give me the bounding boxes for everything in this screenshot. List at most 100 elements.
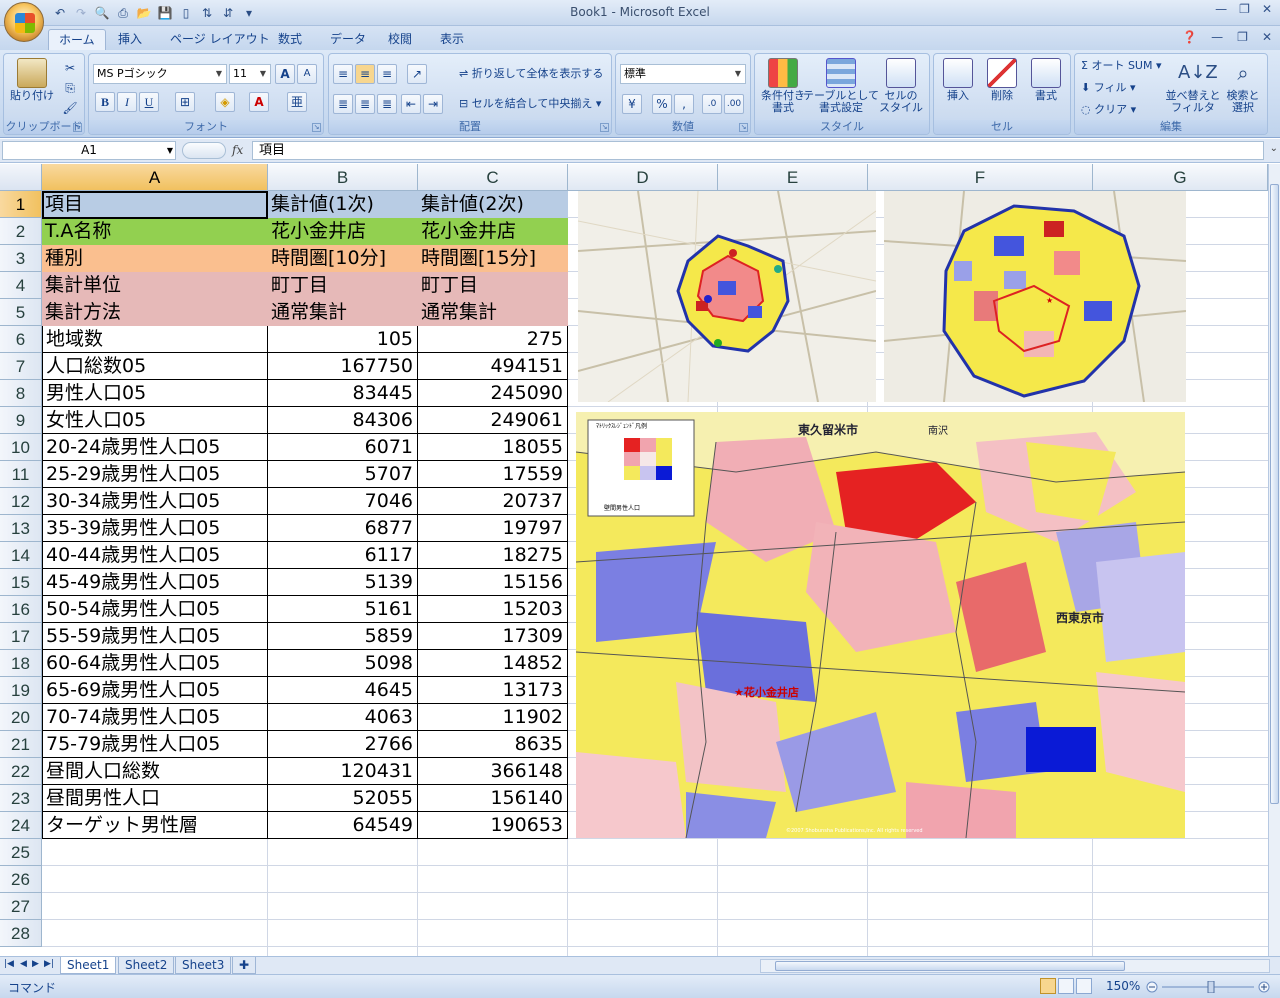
cell-c4[interactable]: 町丁目 — [418, 272, 568, 299]
horizontal-scroll-thumb[interactable] — [775, 961, 1125, 971]
comma-icon[interactable]: , — [674, 94, 694, 114]
number-format-combo[interactable]: 標準 ▼ — [620, 64, 746, 84]
horizontal-scrollbar[interactable] — [760, 959, 1270, 973]
cell-c10[interactable]: 18055 — [418, 434, 568, 461]
formula-input[interactable]: 項目 — [252, 141, 1264, 160]
conditional-format-button[interactable]: 条件付き 書式 — [759, 58, 807, 114]
normal-view-icon[interactable] — [1040, 978, 1056, 994]
format-painter-icon[interactable]: 🖌 — [60, 98, 80, 118]
cell-c14[interactable]: 18275 — [418, 542, 568, 569]
doc-minimize-icon[interactable]: — — [1211, 30, 1223, 44]
page-break-view-icon[interactable] — [1076, 978, 1092, 994]
autosum-button[interactable]: Σ オート SUM ▾ — [1081, 56, 1162, 76]
align-center-icon[interactable]: ≣ — [355, 94, 375, 114]
cell-a13[interactable]: 35-39歳男性人口05 — [42, 515, 268, 542]
sheet-tab-2[interactable]: Sheet2 — [118, 957, 175, 974]
cell-c23[interactable]: 156140 — [418, 785, 568, 812]
cell-b5[interactable]: 通常集計 — [268, 299, 418, 326]
clear-button[interactable]: ◌ クリア ▾ — [1081, 100, 1136, 120]
row-header-28[interactable]: 28 — [0, 920, 42, 947]
cell-a7[interactable]: 人口総数05 — [42, 353, 268, 380]
cell-a23[interactable]: 昼間男性人口 — [42, 785, 268, 812]
cell-c21[interactable]: 8635 — [418, 731, 568, 758]
cell-b3[interactable]: 時間圏[10分] — [268, 245, 418, 272]
insert-sheet-icon[interactable]: ✚ — [232, 957, 257, 974]
row-header-6[interactable]: 6 — [0, 326, 42, 353]
cell-b21[interactable]: 2766 — [268, 731, 418, 758]
cell-c24[interactable]: 190653 — [418, 812, 568, 839]
cell-styles-button[interactable]: セルの スタイル — [875, 58, 927, 114]
map-image-2[interactable]: ★ — [884, 191, 1186, 402]
column-header-g[interactable]: G — [1093, 164, 1268, 191]
increase-indent-icon[interactable]: ⇥ — [423, 94, 443, 114]
row-header-16[interactable]: 16 — [0, 596, 42, 623]
zoom-level[interactable]: 150% — [1106, 979, 1140, 993]
row-header-15[interactable]: 15 — [0, 569, 42, 596]
cell-a24[interactable]: ターゲット男性層 — [42, 812, 268, 839]
row-header-26[interactable]: 26 — [0, 866, 42, 893]
row-header-4[interactable]: 4 — [0, 272, 42, 299]
insert-cells-button[interactable]: 挿入 — [938, 58, 978, 102]
bold-icon[interactable]: B — [95, 92, 115, 112]
alignment-launcher-icon[interactable]: ↘ — [600, 123, 609, 132]
cell-a12[interactable]: 30-34歳男性人口05 — [42, 488, 268, 515]
spreadsheet-grid[interactable]: ABCDEFG 1 2 3 4 5 6 7 8 9 10 11 12 13 14 15 16 17 18 19 20 2… — [0, 164, 1268, 956]
font-launcher-icon[interactable]: ↘ — [312, 123, 321, 132]
cell-a20[interactable]: 70-74歳男性人口05 — [42, 704, 268, 731]
align-top-icon[interactable]: ≡ — [333, 64, 353, 84]
cell-b13[interactable]: 6877 — [268, 515, 418, 542]
tab-view[interactable]: 表示 — [430, 29, 474, 50]
row-header-1[interactable]: 1 — [0, 191, 42, 218]
number-launcher-icon[interactable]: ↘ — [739, 123, 748, 132]
cell-a14[interactable]: 40-44歳男性人口05 — [42, 542, 268, 569]
cell-c1[interactable]: 集計値(2次) — [418, 191, 568, 218]
cell-a22[interactable]: 昼間人口総数 — [42, 758, 268, 785]
row-header-11[interactable]: 11 — [0, 461, 42, 488]
insert-function-icon[interactable]: fx — [232, 143, 243, 157]
cell-c22[interactable]: 366148 — [418, 758, 568, 785]
wrap-text-button[interactable]: ⇌ 折り返して全体を表示する — [459, 64, 603, 84]
sort-filter-button[interactable]: A↓Z 並べ替えと フィルタ — [1166, 58, 1221, 114]
map-image-1[interactable] — [578, 191, 876, 402]
align-left-icon[interactable]: ≣ — [333, 94, 353, 114]
row-header-22[interactable]: 22 — [0, 758, 42, 785]
cell-a10[interactable]: 20-24歳男性人口05 — [42, 434, 268, 461]
font-color-icon[interactable]: A — [249, 92, 269, 112]
row-header-17[interactable]: 17 — [0, 623, 42, 650]
doc-close-icon[interactable]: ✕ — [1262, 30, 1272, 44]
cell-b10[interactable]: 6071 — [268, 434, 418, 461]
cell-c13[interactable]: 19797 — [418, 515, 568, 542]
cell-c19[interactable]: 13173 — [418, 677, 568, 704]
office-button[interactable] — [4, 2, 44, 42]
phonetic-icon[interactable]: 亜 — [287, 92, 307, 112]
zoom-slider[interactable] — [1146, 981, 1270, 993]
tab-formulas[interactable]: 数式 — [268, 29, 312, 50]
cell-b23[interactable]: 52055 — [268, 785, 418, 812]
formula-expand-icon[interactable]: ⌄ — [1270, 143, 1278, 154]
shrink-font-icon[interactable]: A — [297, 64, 317, 84]
prev-sheet-icon[interactable]: ◀ — [20, 959, 27, 969]
first-sheet-icon[interactable]: |◀ — [4, 959, 14, 969]
cell-b8[interactable]: 83445 — [268, 380, 418, 407]
cell-a11[interactable]: 25-29歳男性人口05 — [42, 461, 268, 488]
cell-a4[interactable]: 集計単位 — [42, 272, 268, 299]
map-image-3[interactable]: ﾏﾄﾘｯｸｽﾚｼﾞｪﾝﾄﾞ凡例 壁間男性人口 ★花小金井店 東久留米市 西東京市… — [576, 412, 1185, 838]
cell-c18[interactable]: 14852 — [418, 650, 568, 677]
cell-b6[interactable]: 105 — [268, 326, 418, 353]
vertical-scrollbar[interactable] — [1268, 164, 1280, 956]
align-bottom-icon[interactable]: ≡ — [377, 64, 397, 84]
cell-c11[interactable]: 17559 — [418, 461, 568, 488]
cell-c5[interactable]: 通常集計 — [418, 299, 568, 326]
cell-c8[interactable]: 245090 — [418, 380, 568, 407]
increase-decimal-icon[interactable]: .0 — [702, 94, 722, 114]
name-box[interactable]: A1 ▼ — [2, 141, 176, 160]
cell-b1[interactable]: 集計値(1次) — [268, 191, 418, 218]
cell-b12[interactable]: 7046 — [268, 488, 418, 515]
cell-b20[interactable]: 4063 — [268, 704, 418, 731]
doc-restore-icon[interactable]: ❐ — [1237, 30, 1248, 44]
row-header-8[interactable]: 8 — [0, 380, 42, 407]
row-header-21[interactable]: 21 — [0, 731, 42, 758]
row-header-24[interactable]: 24 — [0, 812, 42, 839]
select-all-corner[interactable] — [0, 164, 42, 191]
cell-a6[interactable]: 地域数 — [42, 326, 268, 353]
